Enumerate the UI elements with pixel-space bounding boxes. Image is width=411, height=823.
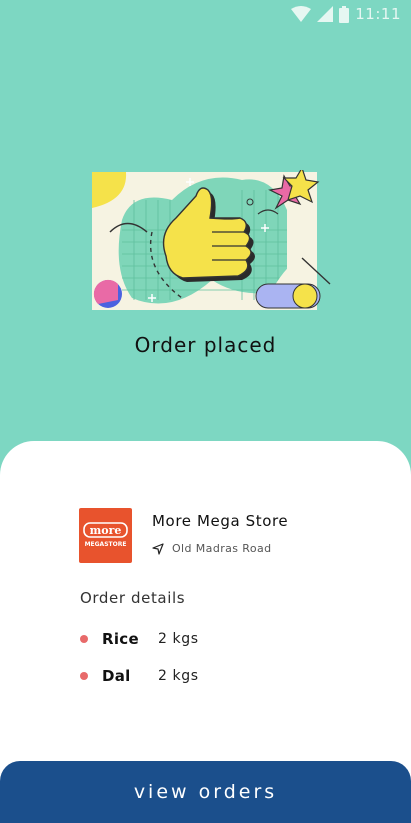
item-quantity: 2 kgs [158, 668, 199, 684]
item-quantity: 2 kgs [158, 631, 199, 647]
order-details-title: Order details [80, 589, 186, 607]
wifi-icon [291, 6, 312, 22]
list-item: Dal 2 kgs [80, 667, 199, 685]
list-item: Rice 2 kgs [80, 630, 199, 648]
battery-icon [339, 5, 350, 23]
cell-signal-icon [317, 6, 334, 22]
store-logo-top: more [90, 524, 122, 537]
status-time: 11:11 [355, 5, 401, 23]
thumbs-up-illustration [92, 170, 331, 310]
store-logo: more MEGASTORE [79, 508, 132, 563]
store-logo-mark: more MEGASTORE [83, 522, 128, 548]
store-name: More Mega Store [152, 512, 289, 530]
store-logo-bottom: MEGASTORE [85, 541, 127, 548]
view-orders-button[interactable]: view orders [0, 761, 411, 823]
order-placed-title: Order placed [134, 333, 277, 357]
store-location: Old Madras Road [152, 542, 272, 555]
store-location-text: Old Madras Road [172, 542, 272, 555]
status-bar: 11:11 [0, 0, 411, 28]
status-icons: 11:11 [291, 5, 401, 23]
item-name: Rice [102, 630, 139, 648]
bullet-icon [80, 635, 88, 643]
bullet-icon [80, 672, 88, 680]
item-name: Dal [102, 667, 131, 685]
navigation-arrow-icon [152, 542, 164, 555]
